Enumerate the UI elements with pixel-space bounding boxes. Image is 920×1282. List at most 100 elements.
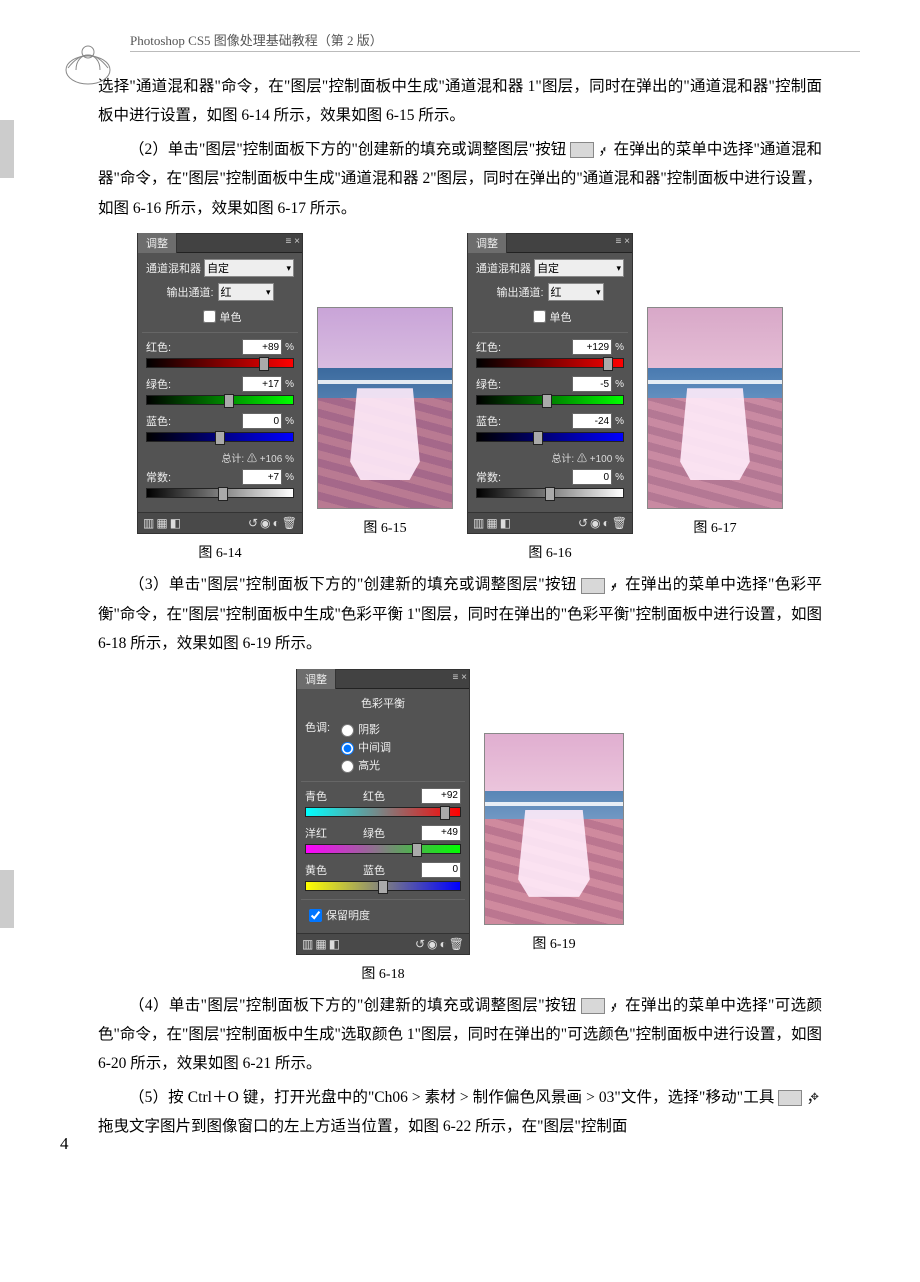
green-value[interactable]: +17 (242, 376, 282, 392)
panel-menu-icon[interactable]: ≡ × (453, 672, 467, 683)
sheet-icon[interactable]: ▥ (473, 516, 484, 530)
constant-slider[interactable] (476, 488, 624, 498)
panel-menu-icon[interactable]: ≡ × (616, 236, 630, 247)
red-value[interactable]: +89 (242, 339, 282, 355)
prev-icon[interactable]: ◐ (273, 516, 280, 530)
sheet-icon[interactable]: ▥ (302, 937, 313, 951)
preset-dropdown[interactable]: 自定▾ (204, 259, 294, 277)
move-tool-icon: ✥ (778, 1090, 802, 1106)
trash-icon[interactable]: 🗑 (282, 516, 297, 530)
figure-caption: 图 6-17 (647, 517, 783, 537)
preset-dropdown[interactable]: 自定▾ (534, 259, 624, 277)
panel-title: 通道混和器 (146, 260, 201, 276)
eye-icon[interactable]: ◉ (590, 516, 600, 530)
constant-value[interactable]: 0 (572, 469, 612, 485)
eye-icon[interactable]: ◉ (427, 937, 437, 951)
magenta-green-slider[interactable] (305, 844, 461, 854)
book-logo (58, 30, 118, 90)
green-value[interactable]: -5 (572, 376, 612, 392)
blue-slider[interactable] (476, 432, 624, 442)
adjustment-layer-icon: ◐ (581, 998, 605, 1014)
red-slider[interactable] (476, 358, 624, 368)
sheet-icon[interactable]: ▥ (143, 516, 154, 530)
monochrome-checkbox[interactable] (203, 310, 216, 323)
red-label: 红色: (476, 339, 501, 355)
result-image-617 (647, 307, 783, 509)
panel-menu-icon[interactable]: ≡ × (286, 236, 300, 247)
panel-tab[interactable]: 调整 (138, 233, 177, 253)
panel-tab[interactable]: 调整 (297, 669, 336, 689)
panel-tab[interactable]: 调整 (468, 233, 507, 253)
panel-title: 通道混和器 (476, 260, 531, 276)
view-icon[interactable]: ▦ (486, 516, 497, 530)
clip-icon[interactable]: ◧ (329, 937, 340, 951)
trash-icon[interactable]: 🗑 (612, 516, 627, 530)
constant-label: 常数: (146, 469, 171, 485)
prev-icon[interactable]: ◐ (440, 937, 447, 951)
figure-row: 调整 ≡ × 通道混和器 自定▾ 输出通道: 红▾ (60, 233, 860, 562)
blue-slider[interactable] (146, 432, 294, 442)
blue-value[interactable]: 0 (242, 413, 282, 429)
figure-caption: 图 6-16 (467, 542, 633, 562)
text: （5）按 Ctrl＋O 键，打开光盘中的"Ch06 > 素材 > 制作偏色风景画… (129, 1089, 774, 1106)
eye-icon[interactable]: ◉ (260, 516, 270, 530)
chevron-down-icon: ▾ (616, 263, 621, 274)
tone-high-radio[interactable] (341, 760, 354, 773)
yellow-label: 黄色 (305, 862, 327, 878)
tone-label: 色调: (305, 719, 330, 775)
figure-caption: 图 6-15 (317, 517, 453, 537)
page-header: Photoshop CS5 图像处理基础教程（第 2 版） (130, 30, 860, 52)
margin-tab (0, 870, 14, 928)
cyan-red-slider[interactable] (305, 807, 461, 817)
preserve-luminosity-checkbox[interactable] (309, 909, 322, 922)
output-channel-dropdown[interactable]: 红▾ (548, 283, 604, 301)
view-icon[interactable]: ▦ (156, 516, 167, 530)
color-balance-panel: 调整 ≡ × 色彩平衡 色调: 阴影 中间调 高光 (296, 669, 470, 955)
page-number: 4 (60, 1134, 69, 1154)
tone-shadow-label: 阴影 (358, 721, 380, 737)
yellow-blue-slider[interactable] (305, 881, 461, 891)
red-slider[interactable] (146, 358, 294, 368)
yb-value[interactable]: 0 (421, 862, 461, 878)
paragraph: （2）单击"图层"控制面板下方的"创建新的填充或调整图层"按钮 ◐ ，在弹出的菜… (98, 135, 822, 223)
mg-value[interactable]: +49 (421, 825, 461, 841)
panel-footer: ▥▦◧ ↺◉◐🗑 (297, 933, 469, 954)
trash-icon[interactable]: 🗑 (449, 937, 464, 951)
total-label: 总计: (551, 454, 574, 465)
magenta-label: 洋红 (305, 825, 327, 841)
text: （2）单击"图层"控制面板下方的"创建新的填充或调整图层"按钮 (129, 141, 566, 158)
blue-value[interactable]: -24 (572, 413, 612, 429)
output-channel-label: 输出通道: (166, 284, 213, 300)
clip-icon[interactable]: ◧ (170, 516, 181, 530)
text: （4）单击"图层"控制面板下方的"创建新的填充或调整图层"按钮 (129, 997, 577, 1014)
figure-caption: 图 6-19 (484, 933, 624, 953)
chevron-down-icon: ▾ (596, 287, 601, 298)
tone-high-label: 高光 (358, 757, 380, 773)
green-slider[interactable] (476, 395, 624, 405)
channel-mixer-panel-1: 调整 ≡ × 通道混和器 自定▾ 输出通道: 红▾ (137, 233, 303, 534)
green-slider[interactable] (146, 395, 294, 405)
chevron-down-icon: ▾ (266, 287, 271, 298)
constant-value[interactable]: +7 (242, 469, 282, 485)
paragraph: （3）单击"图层"控制面板下方的"创建新的填充或调整图层"按钮 ◐ ，在弹出的菜… (98, 570, 822, 658)
output-channel-dropdown[interactable]: 红▾ (218, 283, 274, 301)
monochrome-label: 单色 (220, 309, 242, 325)
cr-value[interactable]: +92 (421, 788, 461, 804)
green-label: 绿色: (476, 376, 501, 392)
paragraph: （5）按 Ctrl＋O 键，打开光盘中的"Ch06 > 素材 > 制作偏色风景画… (98, 1083, 822, 1142)
prev-icon[interactable]: ◐ (603, 516, 610, 530)
reset-icon[interactable]: ↺ (578, 516, 588, 530)
green-label: 绿色 (363, 825, 385, 841)
green-label: 绿色: (146, 376, 171, 392)
red-value[interactable]: +129 (572, 339, 612, 355)
view-icon[interactable]: ▦ (315, 937, 326, 951)
clip-icon[interactable]: ◧ (500, 516, 511, 530)
figure-caption: 图 6-18 (296, 963, 470, 983)
tone-mid-radio[interactable] (341, 742, 354, 755)
reset-icon[interactable]: ↺ (248, 516, 258, 530)
output-channel-label: 输出通道: (496, 284, 543, 300)
tone-shadow-radio[interactable] (341, 724, 354, 737)
monochrome-checkbox[interactable] (533, 310, 546, 323)
reset-icon[interactable]: ↺ (415, 937, 425, 951)
constant-slider[interactable] (146, 488, 294, 498)
